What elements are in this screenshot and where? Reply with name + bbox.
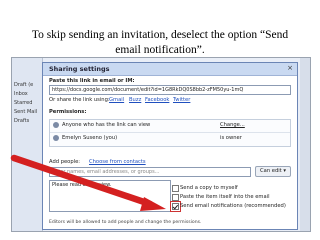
caption-line-1: To skip sending an invitation, deselect …	[31, 29, 289, 41]
share-facebook-link[interactable]: Facebook	[145, 97, 169, 103]
paste-item-label: Paste the item itself into the email	[180, 194, 270, 200]
invite-placeholder: Enter names, email addresses, or groups.…	[52, 169, 160, 175]
message-textarea[interactable]: Please read and review.	[49, 180, 171, 212]
can-edit-label: Can edit	[260, 168, 282, 174]
sidebar-item[interactable]: Starred	[14, 100, 32, 106]
permissions-label: Permissions:	[49, 109, 87, 115]
dialog-title: Sharing settings	[49, 65, 110, 73]
dialog-titlebar: Sharing settings ×	[43, 63, 297, 76]
send-notification-label: Send email notifications (recommended)	[180, 203, 286, 209]
can-edit-dropdown[interactable]: Can edit ▾	[255, 166, 291, 177]
share-buzz-link[interactable]: Buzz	[129, 97, 141, 103]
send-notification-checkbox[interactable]	[172, 203, 179, 210]
share-twitter-link[interactable]: Twitter	[173, 97, 190, 103]
editors-note: Editors will be allowed to add people an…	[49, 220, 202, 225]
close-icon[interactable]: ×	[287, 64, 293, 72]
caption-line-2: email notification”.	[115, 44, 205, 56]
globe-icon	[53, 122, 59, 128]
permissions-list: Anyone who has the link can view Change.…	[49, 119, 291, 147]
permission-name: Anyone who has the link can view	[62, 122, 151, 128]
screenshot-frame: Draft (e Inbox Starred Sent Mail Drafts …	[11, 57, 311, 232]
sidebar-item[interactable]: Inbox	[14, 91, 28, 97]
share-link-field[interactable]: https://docs.google.com/document/edit?id…	[49, 85, 291, 95]
message-value: Please read and review.	[52, 182, 112, 188]
link-label: Paste this link in email or IM:	[49, 78, 135, 84]
scrollbar[interactable]	[300, 58, 310, 231]
permission-row: Emelyn Suseno (you) is owner	[50, 133, 290, 145]
sharing-settings-dialog: Sharing settings × Paste this link in em…	[42, 62, 298, 230]
invite-input[interactable]: Enter names, email addresses, or groups.…	[49, 167, 251, 177]
sidebar-item[interactable]: Draft (e	[14, 82, 33, 88]
share-via-label: Or share the link using:	[49, 97, 110, 103]
change-permission-link[interactable]: Change...	[220, 122, 245, 128]
permission-name: Emelyn Suseno (you)	[62, 135, 118, 141]
instruction-caption: To skip sending an invitation, deselect …	[0, 0, 320, 56]
send-copy-checkbox[interactable]	[172, 185, 179, 192]
paste-item-checkbox[interactable]	[172, 194, 179, 201]
send-copy-label: Send a copy to myself	[180, 185, 238, 191]
add-people-label: Add people:	[49, 159, 81, 165]
permission-role: is owner	[220, 135, 242, 141]
permission-row: Anyone who has the link can view Change.…	[50, 120, 290, 133]
person-icon	[53, 135, 59, 141]
sidebar-item[interactable]: Sent Mail	[14, 109, 37, 115]
share-gmail-link[interactable]: Gmail	[109, 97, 124, 103]
choose-contacts-link[interactable]: Choose from contacts	[89, 159, 146, 165]
sidebar-item[interactable]: Drafts	[14, 118, 29, 124]
mail-sidebar: Draft (e Inbox Starred Sent Mail Drafts	[12, 58, 43, 231]
share-link-value: https://docs.google.com/document/edit?id…	[52, 87, 244, 93]
